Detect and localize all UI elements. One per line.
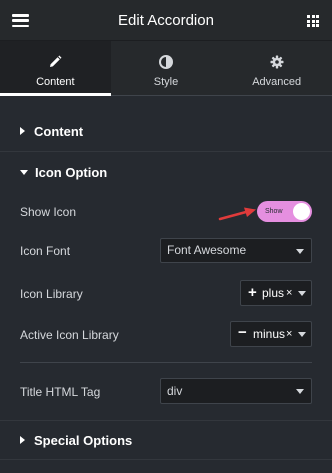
active-icon-library-value: minus [253,327,286,341]
icon-library-label: Icon Library [20,287,83,301]
active-icon-library-label: Active Icon Library [20,328,119,342]
plus-icon: + [248,284,257,301]
icon-font-value: Font Awesome [167,243,247,257]
tab-style-label: Style [153,76,179,88]
section-special-options[interactable]: Special Options [0,420,332,460]
tab-advanced[interactable]: Advanced [221,41,332,95]
caret-down-icon [20,170,28,175]
toggle-knob [293,203,310,220]
title-html-tag-label: Title HTML Tag [20,385,101,399]
chevron-down-icon [298,332,306,337]
remove-active-icon-button[interactable]: × [286,322,292,346]
gear-icon [221,54,332,70]
section-content-title: Content [34,124,84,139]
grid-icon[interactable] [307,15,319,27]
panel-tabs: Content Style Advanced [0,41,332,96]
minus-icon: − [238,324,247,341]
editor-header: Edit Accordion [0,0,332,41]
section-icon-option[interactable]: Icon Option [0,153,332,193]
tab-content[interactable]: Content [0,41,111,96]
title-html-tag-select[interactable]: div [160,378,312,404]
caret-right-icon [20,436,25,444]
section-special-options-title: Special Options [34,433,133,448]
chevron-down-icon [296,249,304,254]
section-icon-option-title: Icon Option [35,165,108,180]
show-icon-toggle[interactable]: Show [257,201,312,222]
active-icon-library-picker[interactable]: − minus × [230,321,312,347]
chevron-down-icon [298,291,306,296]
icon-library-value: plus [262,286,285,300]
icon-font-label: Icon Font [20,244,71,258]
toggle-state-label: Show [265,208,283,215]
tab-advanced-label: Advanced [252,76,302,88]
chevron-down-icon [296,389,304,394]
show-icon-label: Show Icon [20,205,77,219]
title-html-tag-value: div [167,384,183,398]
divider [20,362,312,363]
tab-content-label: Content [36,76,75,88]
caret-right-icon [20,127,25,135]
pencil-icon [0,54,111,70]
remove-icon-button[interactable]: × [286,281,292,305]
panel-title: Edit Accordion [118,12,214,29]
icon-font-select[interactable]: Font Awesome [160,238,312,263]
arrow-annotation-icon [218,207,256,221]
section-content[interactable]: Content [0,112,332,152]
half-circle-icon [111,54,222,70]
icon-library-picker[interactable]: + plus × [240,280,312,306]
tab-style[interactable]: Style [111,41,222,95]
